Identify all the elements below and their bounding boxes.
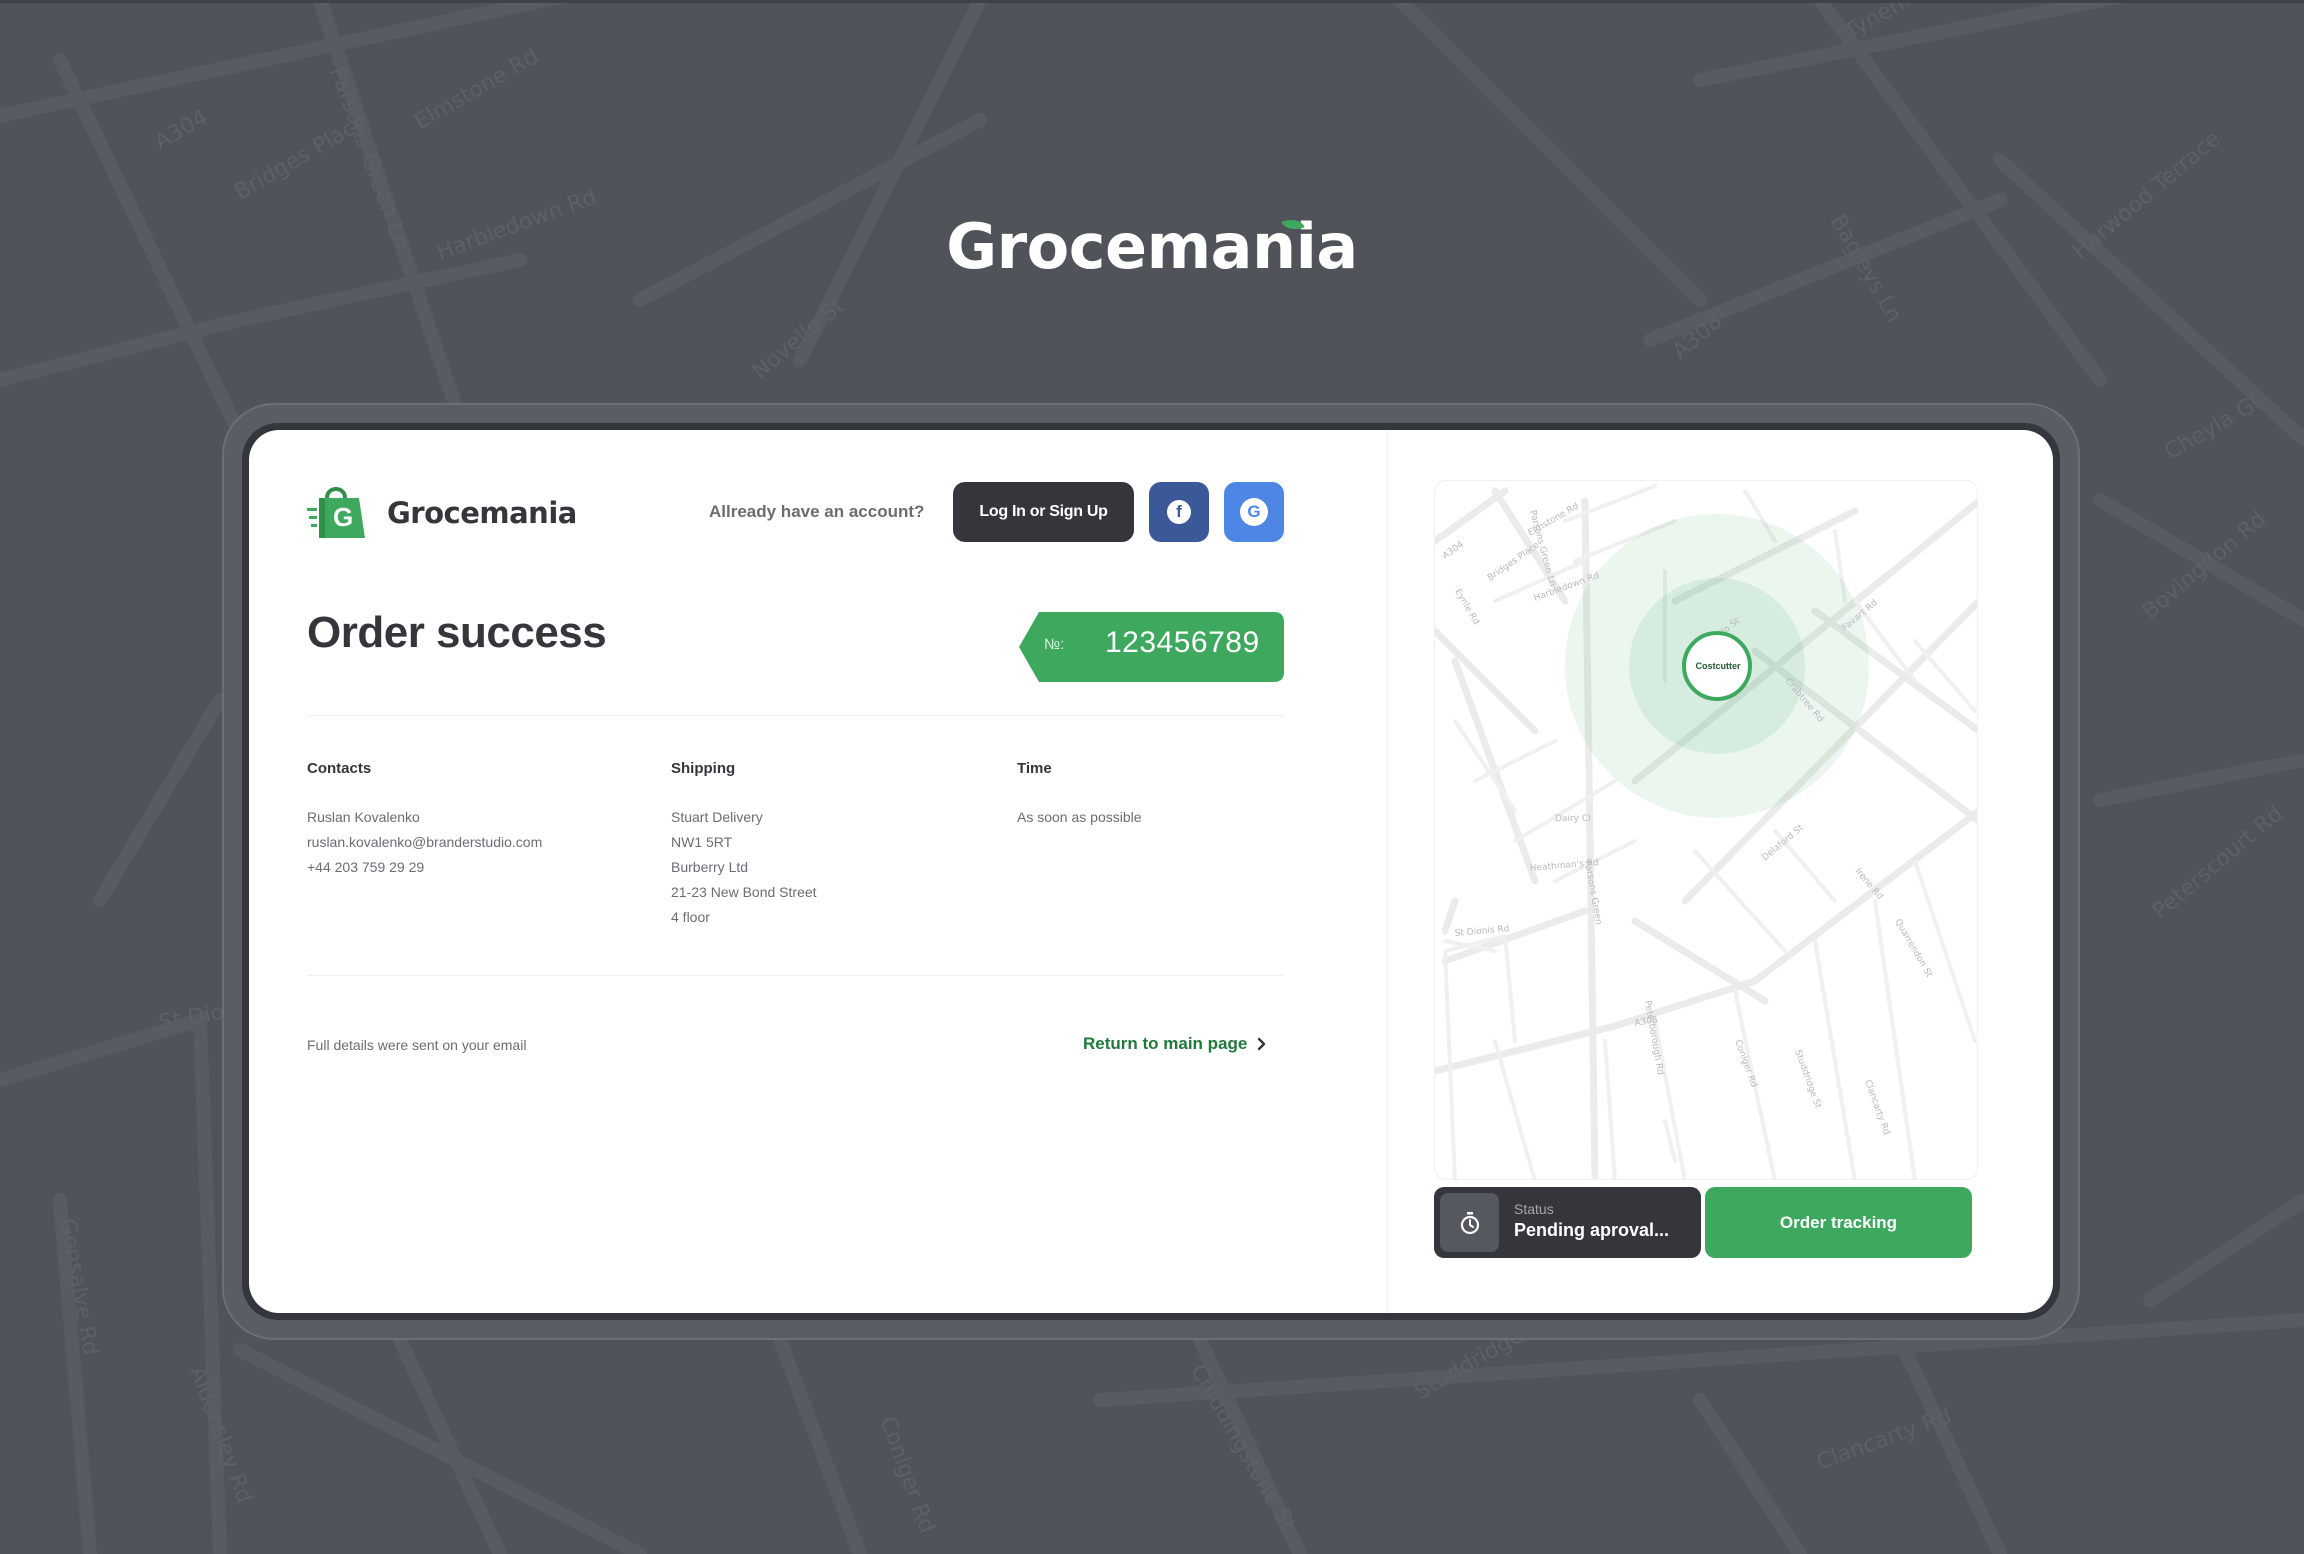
shipping-line: Stuart Delivery [671,809,763,825]
logo-text: Grocemania [387,496,577,530]
page-title: Order success [307,608,607,657]
google-letter: G [1247,502,1261,521]
store-marker-label[interactable]: Costcutter [1690,661,1746,671]
svg-text:Bridges Place: Bridges Place [1486,540,1542,583]
time-details: As soon as possible [1017,805,1142,830]
divider-top [307,715,1283,716]
return-link-label: Return to main page [1083,1034,1248,1053]
facebook-letter: f [1176,502,1182,521]
brand-title: Grocemania [946,210,1358,283]
contact-email: ruslan.kovalenko@branderstudio.com [307,834,543,850]
svg-text:Clancarty Rd: Clancarty Rd [1862,1079,1891,1137]
svg-text:Novello St: Novello St [748,293,850,384]
time-value: As soon as possible [1017,809,1142,825]
logo-letter: G [333,502,354,532]
svg-text:Dairy Cl: Dairy Cl [1555,814,1591,824]
svg-text:A304: A304 [1441,540,1466,562]
stopwatch-icon [1440,1193,1499,1252]
svg-text:Clancarty Rd: Clancarty Rd [1814,1404,1955,1476]
google-icon: G [1240,498,1268,526]
shipping-details: Stuart Delivery NW1 5RT Burberry Ltd 21-… [671,805,817,930]
order-tracking-button[interactable]: Order tracking [1705,1187,1972,1258]
divider-bottom [307,975,1283,976]
shipping-line: NW1 5RT [671,834,733,850]
svg-text:Studdridge St: Studdridge St [1792,1049,1823,1111]
facebook-login-button[interactable]: f [1149,482,1209,542]
delivery-map[interactable]: A304 Bridges Place Elmstone Rd Harbledow… [1434,480,1978,1180]
contact-name: Ruslan Kovalenko [307,809,420,825]
svg-text:A304: A304 [151,105,213,155]
order-number: 123456789 [1105,626,1260,659]
order-card: G Grocemania Allready have an account? L… [249,430,2053,1313]
contacts-heading: Contacts [307,760,372,777]
contact-phone: +44 203 759 29 29 [307,859,425,875]
top-edge-line [0,0,2304,3]
status-label: Status [1514,1201,1554,1217]
account-question: Allready have an account? [709,502,925,521]
email-note: Full details were sent on your email [307,1037,527,1053]
svg-text:Parsons Green: Parsons Green [1582,860,1603,926]
facebook-icon: f [1167,500,1191,524]
order-status: Status Pending aproval... [1434,1187,1701,1258]
status-value: Pending aproval... [1514,1220,1670,1240]
chevron-right-icon [1258,1037,1266,1051]
shipping-line: 21-23 New Bond Street [671,884,817,900]
logo[interactable]: G Grocemania [307,486,577,540]
login-signup-button[interactable]: Log In or Sign Up [953,482,1134,542]
order-number-tag: №: 123456789 [1019,612,1284,682]
svg-text:Eynle Rd: Eynle Rd [1452,588,1480,627]
order-number-prefix: №: [1044,636,1065,653]
svg-text:Bovingdon Rd: Bovingdon Rd [2138,507,2271,625]
shopping-bag-icon: G [307,486,369,540]
svg-text:Cheyla Gl: Cheyla Gl [2161,391,2265,465]
shipping-line: Burberry Ltd [671,859,749,875]
svg-text:Coniger Rd: Coniger Rd [874,1414,939,1537]
shipping-heading: Shipping [671,760,736,777]
device-frame: G Grocemania Allready have an account? L… [222,403,2080,1340]
time-heading: Time [1017,760,1052,777]
contacts-details: Ruslan Kovalenko ruslan.kovalenko@brande… [307,805,542,880]
return-main-page-link[interactable]: Return to main page [1083,1034,1267,1054]
svg-text:Peterscourt Rd: Peterscourt Rd [2148,801,2288,924]
svg-text:Elmstone Rd: Elmstone Rd [411,44,544,135]
svg-text:Quarrendon St: Quarrendon St [1892,918,1934,980]
shipping-line: 4 floor [671,909,710,925]
device-screen-bezel: G Grocemania Allready have an account? L… [242,423,2060,1320]
pane-divider [1387,430,1388,1313]
google-login-button[interactable]: G [1224,482,1284,542]
